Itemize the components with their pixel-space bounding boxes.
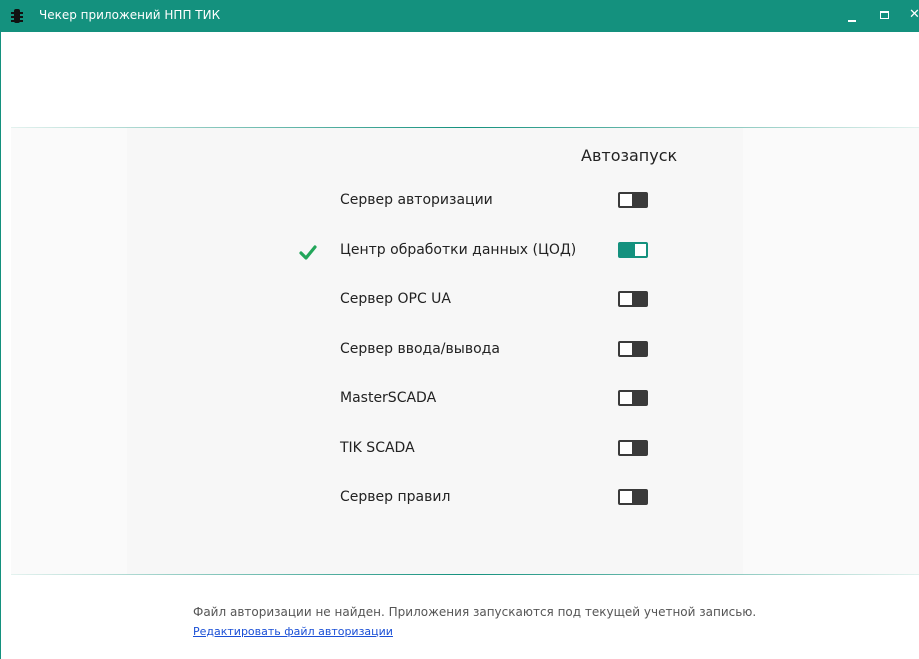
toggle-knob	[632, 442, 646, 454]
minimize-button[interactable]	[839, 0, 867, 32]
app-name: Сервер авторизации	[340, 192, 493, 208]
autostart-toggle[interactable]	[618, 341, 648, 357]
toggle-knob	[632, 343, 646, 355]
app-name: Сервер ввода/вывода	[340, 341, 500, 357]
app-name: TIK SCADA	[340, 440, 415, 456]
title-bar[interactable]: Чекер приложений НПП ТИК ✕	[1, 0, 919, 32]
check-icon	[291, 288, 317, 312]
toggle-knob	[632, 491, 646, 503]
app-row: Сервер правил	[291, 486, 691, 510]
edit-auth-file-link[interactable]: Редактировать файл авторизации	[193, 625, 393, 638]
check-icon	[291, 486, 317, 510]
app-row: Сервер авторизации	[291, 189, 691, 213]
autostart-toggle[interactable]	[618, 390, 648, 406]
app-row: Сервер OPC UA	[291, 288, 691, 312]
minimize-icon	[848, 20, 856, 22]
autostart-toggle[interactable]	[618, 489, 648, 505]
autostart-toggle[interactable]	[618, 242, 648, 258]
app-row: TIK SCADA	[291, 437, 691, 461]
maximize-button[interactable]	[871, 0, 899, 32]
autostart-column-header: Автозапуск	[581, 146, 678, 165]
divider-top	[11, 127, 919, 128]
app-row: MasterSCADA	[291, 387, 691, 411]
check-icon	[291, 387, 317, 411]
window-title: Чекер приложений НПП ТИК	[39, 8, 221, 22]
check-icon	[291, 338, 317, 362]
check-icon	[299, 245, 317, 260]
app-name: MasterSCADA	[340, 390, 437, 406]
app-row: Центр обработки данных (ЦОД)	[291, 239, 691, 263]
autostart-toggle[interactable]	[618, 291, 648, 307]
app-window: Чекер приложений НПП ТИК ✕ Автозапуск Се…	[0, 0, 919, 659]
toggle-knob	[632, 194, 646, 206]
divider-bottom	[11, 574, 919, 575]
toggle-knob	[632, 293, 646, 305]
autostart-toggle[interactable]	[618, 192, 648, 208]
close-button[interactable]: ✕	[903, 0, 919, 32]
app-name: Центр обработки данных (ЦОД)	[340, 242, 577, 258]
toggle-knob	[632, 392, 646, 404]
app-name: Сервер OPC UA	[340, 291, 451, 307]
app-row: Сервер ввода/вывода	[291, 338, 691, 362]
auth-status-message: Файл авторизации не найден. Приложения з…	[193, 605, 757, 619]
autostart-toggle[interactable]	[618, 440, 648, 456]
toggle-knob	[620, 244, 635, 256]
check-icon	[291, 189, 317, 213]
app-name: Сервер правил	[340, 489, 451, 505]
close-icon: ✕	[909, 7, 919, 22]
maximize-icon	[880, 11, 889, 19]
beetle-icon	[11, 9, 23, 23]
check-icon	[291, 437, 317, 461]
